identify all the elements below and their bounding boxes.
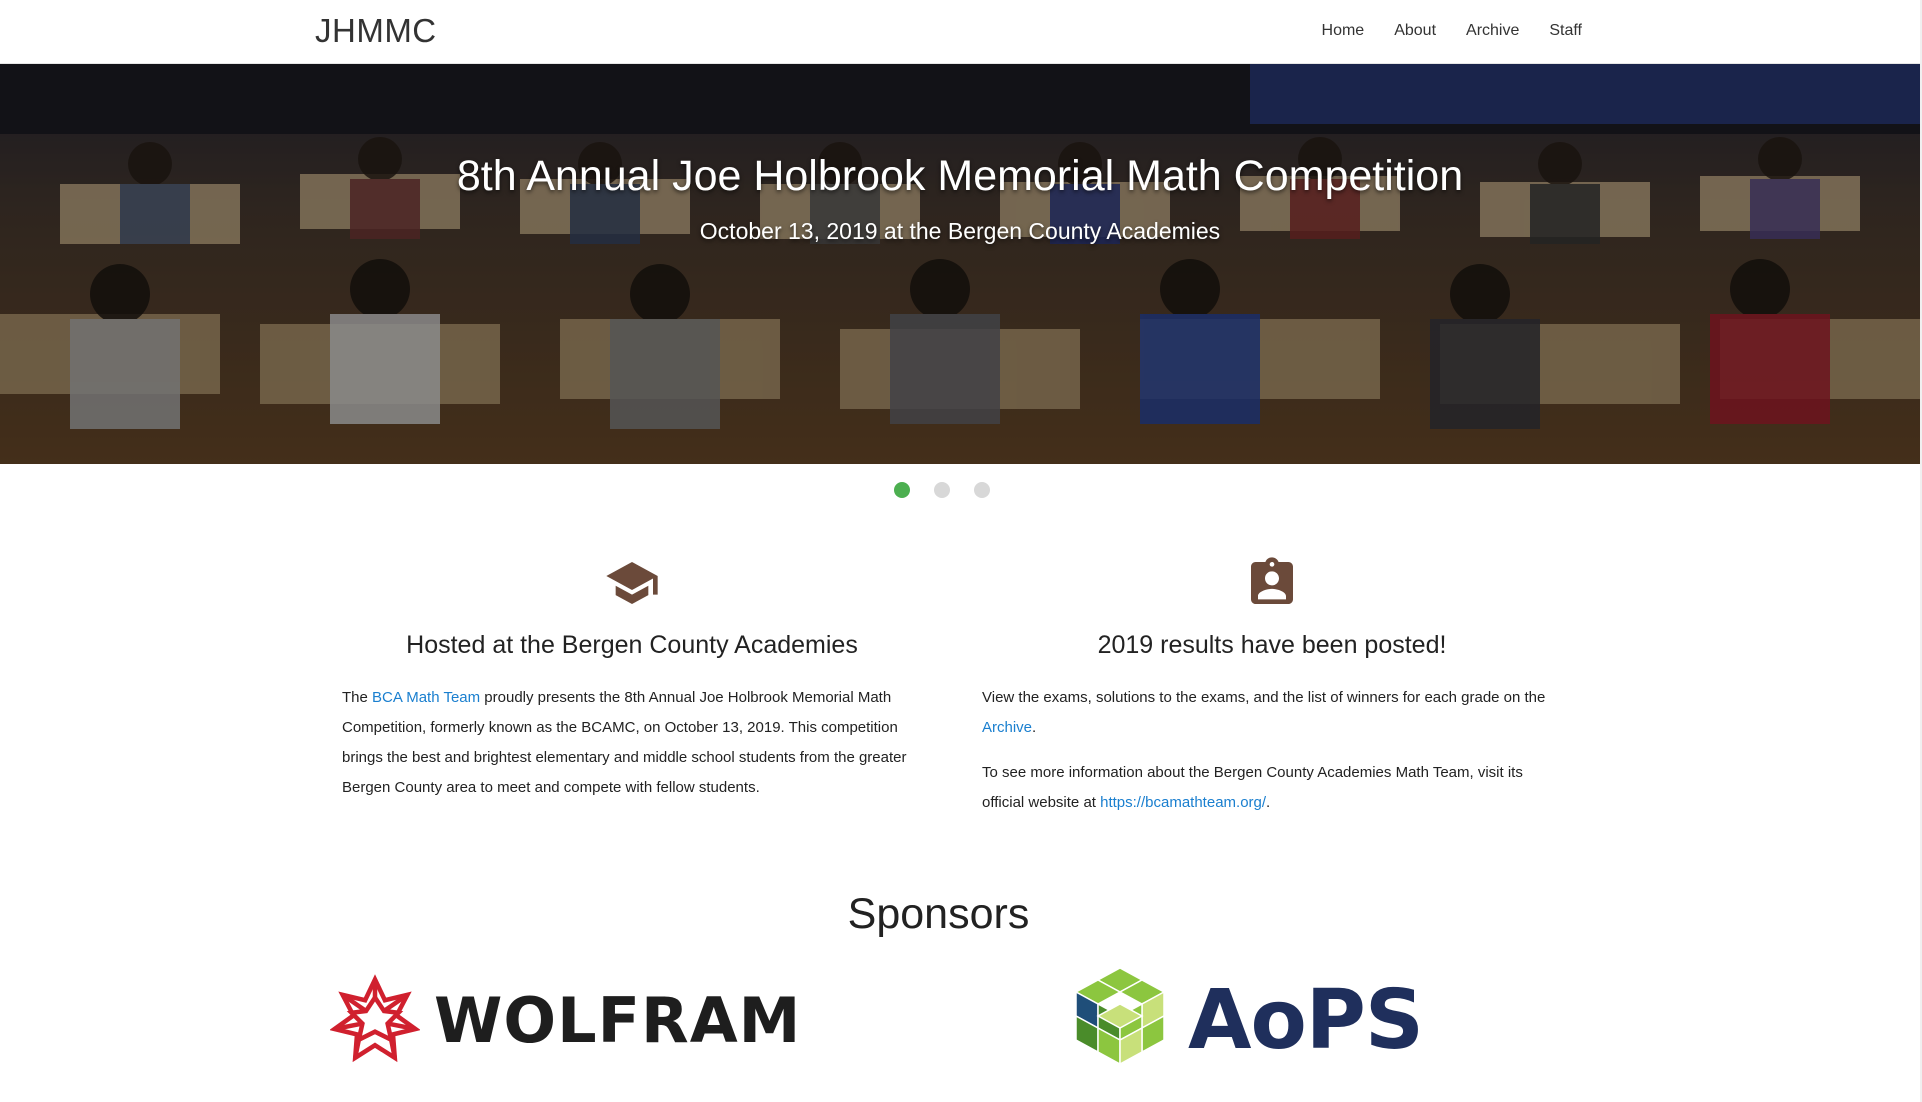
page: JHMMC Home About Archive Staff 8th Annua… [0,0,1922,1102]
aops-wordmark: AoPS [1188,972,1424,1068]
text-segment: . [1266,794,1271,811]
carousel-dot-2[interactable] [934,482,950,498]
text-segment: The [342,689,373,706]
hero-overlay [0,64,1920,464]
sponsors-title: Sponsors [847,890,1030,938]
aops-cube-logo-icon [1074,967,1166,1066]
feature-hosted: Hosted at the Bergen County Academies Th… [342,555,922,796]
sponsor-aops[interactable]: AoPS [1070,960,1424,1080]
feature-results-title: 2019 results have been posted! [1097,631,1447,659]
nav-archive[interactable]: Archive [1466,22,1519,40]
sponsor-wolfram[interactable]: WOLFRAM [330,960,801,1080]
hero-subtitle: October 13, 2019 at the Bergen County Ac… [699,218,1221,244]
feature-results: 2019 results have been posted! View the … [982,555,1562,811]
bcamathteam-website-link[interactable]: https://bcamathteam.org/ [1100,794,1266,811]
graduation-cap-icon [606,562,658,604]
feature-hosted-title: Hosted at the Bergen County Academies [406,631,858,659]
carousel-dot-3[interactable] [974,482,990,498]
carousel-indicators [0,482,1922,498]
nav-about[interactable]: About [1394,22,1436,40]
hero-carousel[interactable]: 8th Annual Joe Holbrook Memorial Math Co… [0,64,1920,464]
feature-hosted-body: The BCA Math Team proudly presents the 8… [342,683,922,818]
text-segment: View the exams, solutions to the exams, … [982,689,1546,706]
wolfram-logo-icon [330,974,420,1063]
carousel-dot-1[interactable] [894,482,910,498]
feature-results-body: View the exams, solutions to the exams, … [982,683,1562,833]
nav-home[interactable]: Home [1322,22,1365,40]
nav-staff[interactable]: Staff [1549,22,1582,40]
nav-links: Home About Archive Staff [1322,22,1582,40]
brand-logo[interactable]: JHMMC [315,12,437,50]
wolfram-wordmark: WOLFRAM [434,983,802,1057]
clipboard-account-icon [1251,557,1293,604]
hero-title: 8th Annual Joe Holbrook Memorial Math Co… [456,152,1464,200]
navbar: JHMMC Home About Archive Staff [0,0,1922,64]
bca-math-team-link[interactable]: BCA Math Team [372,689,480,706]
archive-link[interactable]: Archive [982,719,1032,736]
text-segment: . [1032,719,1037,736]
